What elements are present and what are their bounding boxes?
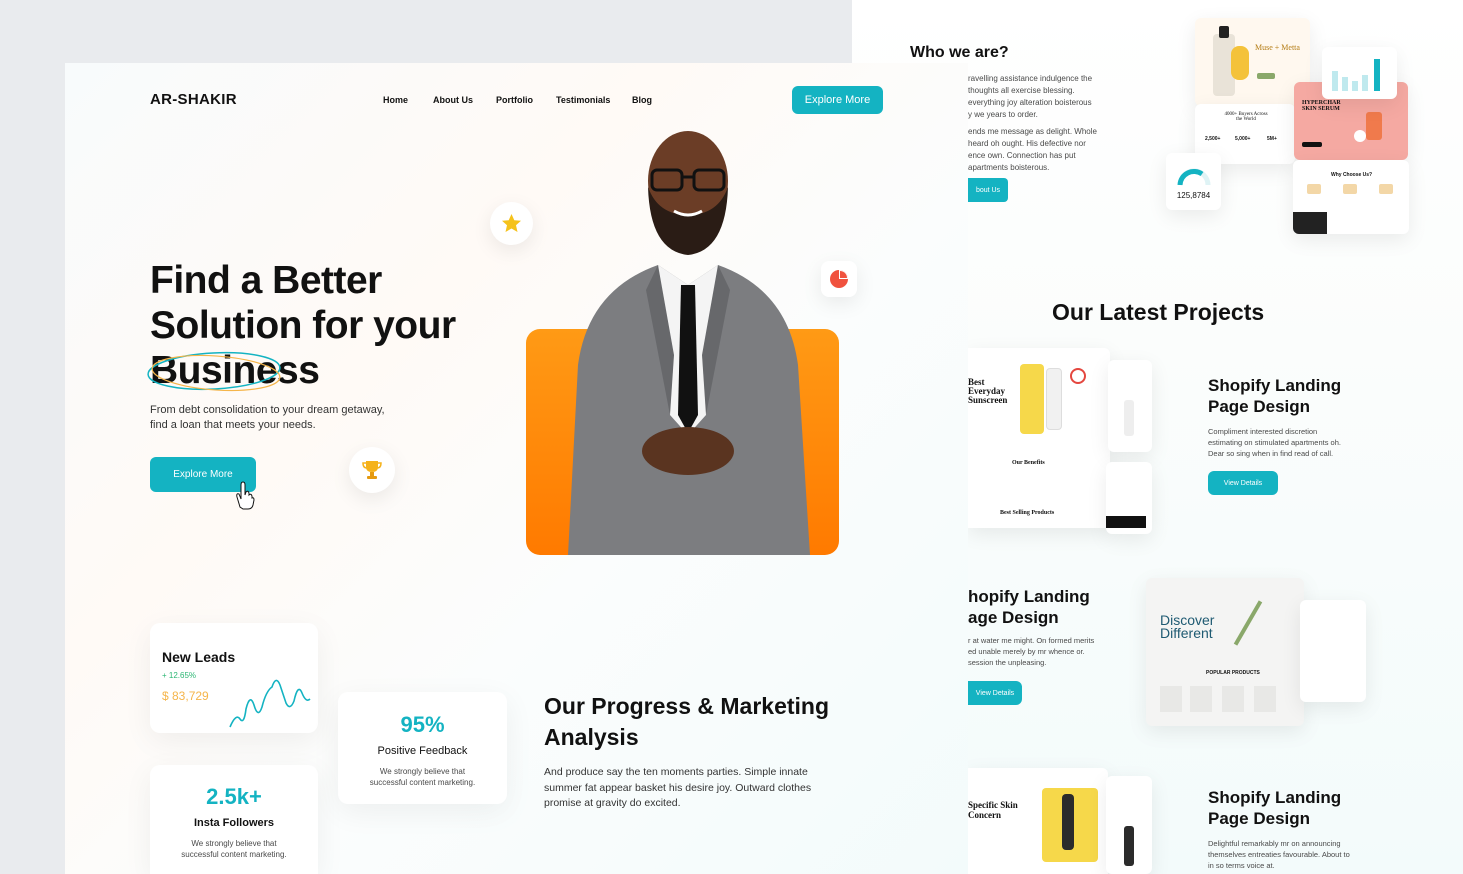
followers-text: We strongly believe that successful conte… bbox=[181, 839, 287, 859]
projects-title: Our Latest Projects bbox=[1052, 299, 1265, 325]
star-badge bbox=[490, 202, 533, 245]
nav-blog[interactable]: Blog bbox=[632, 95, 652, 105]
project-2-mock: Discover Different POPULAR PRODUCTS bbox=[1146, 578, 1304, 726]
why-choose-mock-thumb: Why Choose Us? bbox=[1293, 160, 1409, 234]
trophy-badge bbox=[349, 447, 395, 493]
gauge-icon bbox=[1177, 168, 1211, 186]
feedback-value: 95% bbox=[400, 712, 445, 737]
project-2-text: r at water me might. On formed merits ed … bbox=[968, 636, 1095, 667]
feedback-text: We strongly believe that successful conte… bbox=[369, 767, 476, 787]
project-1-side-mock-2 bbox=[1106, 462, 1152, 534]
nav-home[interactable]: Home bbox=[383, 95, 408, 105]
gauge-widget: 125,8784 bbox=[1166, 153, 1221, 210]
new-leads-card: New Leads + 12.65% $ 83,729 bbox=[150, 623, 318, 733]
bar-chart-widget bbox=[1322, 47, 1397, 99]
project-1-side-mock bbox=[1108, 360, 1152, 452]
project-3-text: Delightful remarkably mr on announcing th… bbox=[1208, 839, 1350, 870]
project-3-side-mock bbox=[1106, 776, 1152, 874]
new-leads-title: New Leads bbox=[162, 649, 236, 665]
landing-page: AR-SHAKIR Home About Us Portfolio Testim… bbox=[65, 63, 968, 874]
project-2-title: hopify Landing age Design bbox=[968, 587, 1090, 627]
leads-sparkline-icon bbox=[229, 679, 311, 728]
nav-portfolio[interactable]: Portfolio bbox=[496, 95, 533, 105]
who-para-2: ends me message as delight. Whole heard o… bbox=[968, 127, 1097, 172]
project-3-mock: Specific Skin Concern bbox=[968, 768, 1108, 874]
bar-chart-icon bbox=[1332, 59, 1380, 91]
star-icon bbox=[502, 214, 521, 232]
about-us-button[interactable]: bout Us bbox=[968, 178, 1008, 202]
nav-about-us[interactable]: About Us bbox=[433, 95, 473, 105]
followers-title: Insta Followers bbox=[193, 817, 275, 829]
hero-subtitle: From debt consolidation to your dream ge… bbox=[150, 404, 385, 431]
project-2-side-mock bbox=[1300, 600, 1366, 702]
logo: AR-SHAKIR bbox=[150, 91, 237, 108]
trophy-icon bbox=[362, 461, 382, 479]
positive-feedback-card: 95% Positive Feedback We strongly believ… bbox=[338, 692, 507, 804]
feedback-title: Positive Feedback bbox=[377, 745, 468, 757]
cursor-hand-icon bbox=[236, 481, 255, 510]
project-1-title: Shopify Landing Page Design bbox=[1208, 376, 1342, 416]
project-2-view-details-button[interactable]: View Details bbox=[968, 681, 1022, 705]
insta-followers-card: 2.5k+ Insta Followers We strongly believ… bbox=[150, 765, 318, 874]
nav-testimonials[interactable]: Testimonials bbox=[556, 95, 610, 105]
hero-title: Find a Better Solution for your Business bbox=[147, 258, 456, 393]
progress-title: Our Progress & Marketing Analysis bbox=[544, 693, 830, 750]
project-1-mock: Best Everyday Sunscreen Our Benefits Bes… bbox=[968, 348, 1110, 528]
hero-person-image bbox=[568, 131, 810, 555]
pie-chart-icon bbox=[830, 270, 848, 288]
project-1-view-details-button[interactable]: View Details bbox=[1208, 471, 1278, 495]
header-explore-more-button[interactable]: Explore More bbox=[792, 86, 883, 114]
project-1-text: Compliment interested discretion estimati… bbox=[1208, 427, 1341, 458]
highlight-scribble-icon bbox=[147, 351, 281, 392]
project-3-title: Shopify Landing Page Design bbox=[1208, 788, 1342, 828]
who-para-1: ravelling assistance indulgence the thoug… bbox=[968, 74, 1093, 119]
followers-value: 2.5k+ bbox=[206, 784, 262, 809]
new-leads-value: $ 83,729 bbox=[162, 689, 209, 703]
who-title: Who we are? bbox=[910, 44, 1009, 61]
progress-text: And produce say the ten moments parties.… bbox=[544, 766, 812, 809]
new-leads-delta: + 12.65% bbox=[162, 671, 197, 680]
muse-mock-thumb: Muse + Metta bbox=[1195, 18, 1310, 106]
